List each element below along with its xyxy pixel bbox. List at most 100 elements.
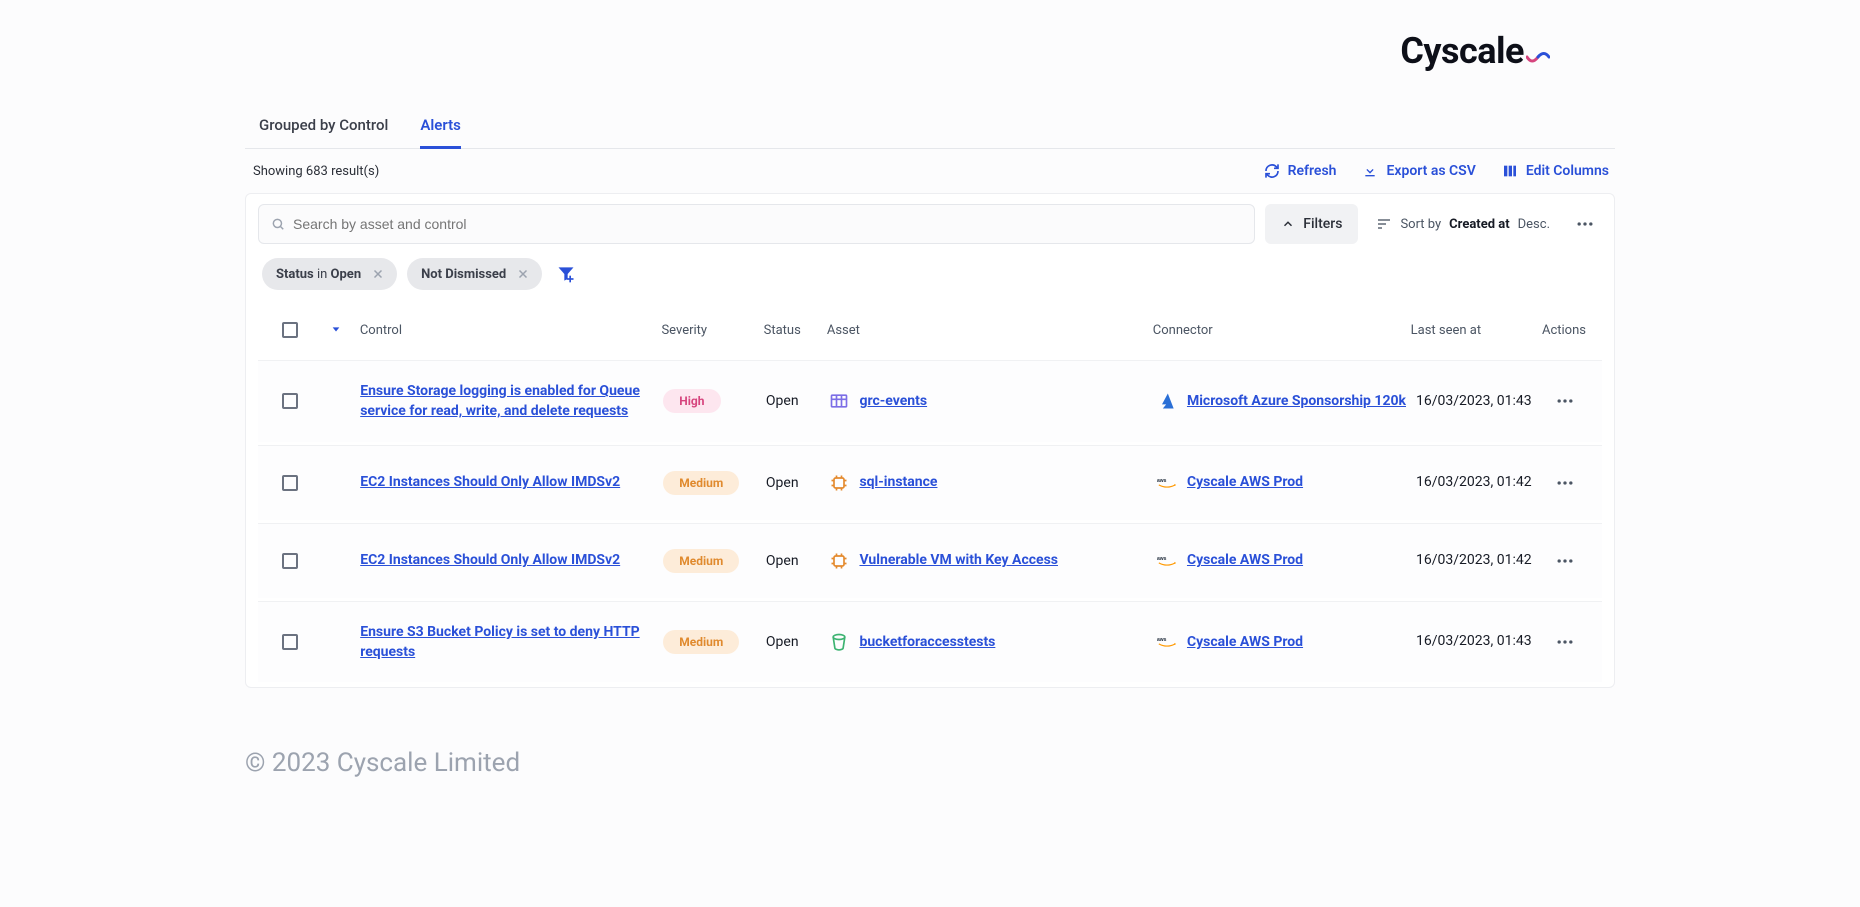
chip-status-op: in — [317, 267, 327, 282]
row-checkbox[interactable] — [282, 553, 298, 569]
svg-text:aws: aws — [1157, 478, 1167, 484]
filters-toggle-button[interactable]: Filters — [1265, 204, 1358, 244]
row-actions-button[interactable] — [1548, 384, 1582, 418]
alerts-panel: Filters Sort by Created at Desc. — [245, 193, 1615, 688]
asset-link[interactable]: Vulnerable VM with Key Access — [859, 550, 1058, 570]
asset-link[interactable]: grc-events — [859, 391, 927, 411]
last-seen-text: 16/03/2023, 01:43 — [1416, 633, 1532, 649]
more-horizontal-icon — [1575, 214, 1595, 234]
table-row: Ensure Storage logging is enabled for Qu… — [258, 360, 1602, 442]
col-header-actions: Actions — [1542, 323, 1594, 338]
col-header-status[interactable]: Status — [764, 323, 827, 338]
export-csv-button[interactable]: Export as CSV — [1362, 163, 1475, 179]
col-header-connector[interactable]: Connector — [1153, 323, 1411, 338]
filters-label: Filters — [1303, 216, 1342, 232]
sort-prefix: Sort by — [1400, 217, 1441, 232]
last-seen-text: 16/03/2023, 01:43 — [1416, 393, 1532, 409]
azure-icon — [1157, 391, 1177, 411]
sort-field: Created at — [1449, 217, 1509, 232]
col-header-severity[interactable]: Severity — [661, 323, 763, 338]
results-count: Showing 683 result(s) — [253, 164, 379, 179]
status-text: Open — [766, 393, 799, 409]
table-icon — [829, 391, 849, 411]
chevron-up-icon — [1281, 217, 1295, 231]
svg-text:aws: aws — [1157, 556, 1167, 562]
sort-icon — [1376, 216, 1392, 232]
more-horizontal-icon — [1555, 473, 1575, 493]
row-checkbox[interactable] — [282, 475, 298, 491]
refresh-label: Refresh — [1288, 163, 1337, 179]
status-text: Open — [766, 634, 799, 650]
refresh-button[interactable]: Refresh — [1264, 163, 1337, 179]
search-icon — [271, 217, 285, 231]
brand-mark-icon — [1526, 34, 1550, 76]
status-text: Open — [766, 553, 799, 569]
export-csv-label: Export as CSV — [1386, 163, 1475, 179]
aws-icon: aws — [1157, 632, 1177, 652]
col-header-last-seen[interactable]: Last seen at — [1411, 323, 1542, 338]
severity-badge: Medium — [663, 471, 739, 495]
edit-columns-label: Edit Columns — [1526, 163, 1609, 179]
table-row: EC2 Instances Should Only Allow IMDSv2 M… — [258, 523, 1602, 598]
filter-chip-status[interactable]: Status in Open — [262, 258, 397, 290]
more-horizontal-icon — [1555, 551, 1575, 571]
table-header-row: Control Severity Status Asset Connector … — [258, 300, 1602, 360]
download-icon — [1362, 163, 1378, 179]
connector-link[interactable]: Cyscale AWS Prod — [1187, 550, 1303, 570]
edit-columns-button[interactable]: Edit Columns — [1502, 163, 1609, 179]
bucket-icon — [829, 632, 849, 652]
close-icon — [517, 268, 529, 280]
sort-control[interactable]: Sort by Created at Desc. — [1368, 216, 1558, 232]
chip-status-label: Status — [276, 267, 314, 282]
more-horizontal-icon — [1555, 391, 1575, 411]
tab-alerts[interactable]: Alerts — [420, 116, 461, 149]
chip-not-dismissed-label: Not Dismissed — [421, 267, 506, 282]
footer-copyright: © 2023 Cyscale Limited — [245, 688, 1615, 808]
search-input[interactable] — [293, 216, 1242, 232]
row-checkbox[interactable] — [282, 393, 298, 409]
chip-icon — [829, 473, 849, 493]
connector-link[interactable]: Cyscale AWS Prod — [1187, 632, 1303, 652]
severity-badge: Medium — [663, 549, 739, 573]
aws-icon: aws — [1157, 551, 1177, 571]
add-filter-button[interactable] — [552, 264, 576, 284]
control-link[interactable]: EC2 Instances Should Only Allow IMDSv2 — [360, 472, 620, 492]
chip-status-value: Open — [331, 267, 362, 282]
control-link[interactable]: EC2 Instances Should Only Allow IMDSv2 — [360, 550, 620, 570]
chip-not-dismissed-remove[interactable] — [514, 265, 532, 283]
control-link[interactable]: Ensure Storage logging is enabled for Qu… — [360, 381, 640, 422]
search-field-wrap[interactable] — [258, 204, 1255, 244]
tab-grouped-by-control[interactable]: Grouped by Control — [259, 116, 388, 149]
severity-badge: High — [663, 389, 720, 413]
more-horizontal-icon — [1555, 632, 1575, 652]
aws-icon: aws — [1157, 473, 1177, 493]
connector-link[interactable]: Cyscale AWS Prod — [1187, 472, 1303, 492]
refresh-icon — [1264, 163, 1280, 179]
chip-status-remove[interactable] — [369, 265, 387, 283]
chip-icon — [829, 551, 849, 571]
connector-link[interactable]: Microsoft Azure Sponsorship 120k — [1187, 391, 1406, 411]
row-actions-button[interactable] — [1548, 544, 1582, 578]
last-seen-text: 16/03/2023, 01:42 — [1416, 474, 1532, 490]
filter-chip-not-dismissed[interactable]: Not Dismissed — [407, 258, 542, 290]
select-all-checkbox[interactable] — [282, 322, 298, 338]
table-row: Ensure S3 Bucket Policy is set to deny H… — [258, 601, 1602, 683]
brand-name: Cyscale — [1400, 30, 1524, 72]
svg-text:aws: aws — [1157, 637, 1167, 643]
row-checkbox[interactable] — [282, 634, 298, 650]
brand-logo: Cyscale — [1400, 30, 1550, 76]
sort-direction: Desc. — [1518, 217, 1550, 232]
asset-link[interactable]: bucketforaccesstests — [859, 632, 995, 652]
columns-icon — [1502, 163, 1518, 179]
toolbar-more-button[interactable] — [1568, 207, 1602, 241]
row-actions-button[interactable] — [1548, 466, 1582, 500]
table-row: EC2 Instances Should Only Allow IMDSv2 M… — [258, 445, 1602, 520]
status-text: Open — [766, 475, 799, 491]
close-icon — [372, 268, 384, 280]
control-link[interactable]: Ensure S3 Bucket Policy is set to deny H… — [360, 622, 640, 663]
asset-link[interactable]: sql-instance — [859, 472, 937, 492]
col-header-asset[interactable]: Asset — [827, 323, 1153, 338]
row-actions-button[interactable] — [1548, 625, 1582, 659]
caret-down-icon[interactable] — [331, 324, 341, 334]
col-header-control[interactable]: Control — [360, 323, 662, 338]
